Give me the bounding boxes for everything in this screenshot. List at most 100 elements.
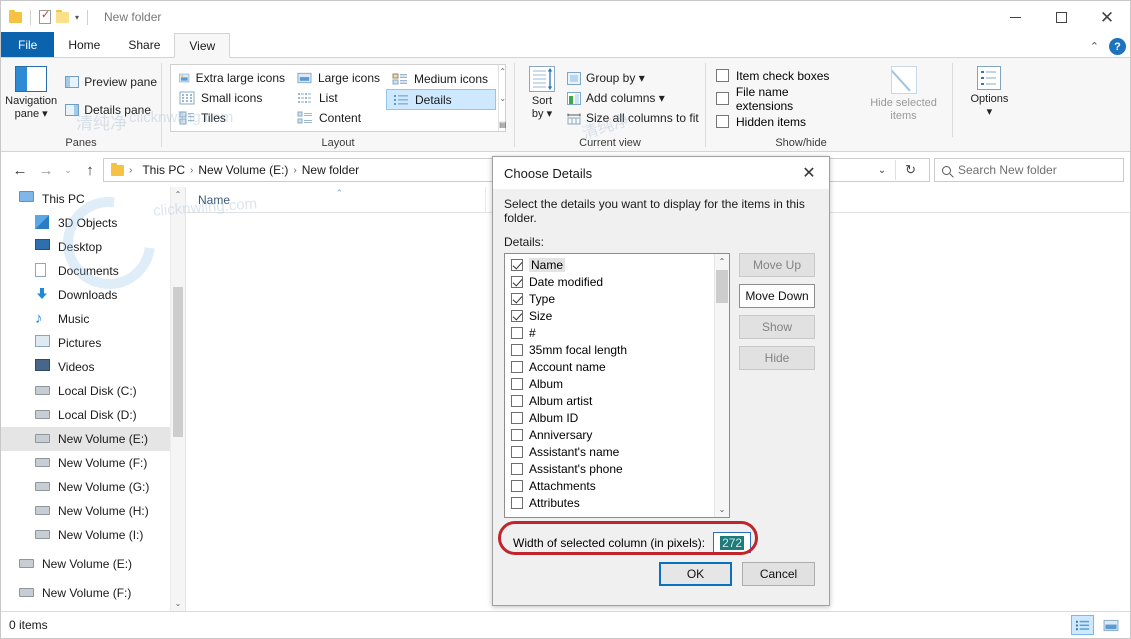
sidebar-item-new-volume-f[interactable]: New Volume (F:) [1,581,185,605]
layout-small-icons[interactable]: Small icons [173,88,291,108]
dialog-close-button[interactable]: ✕ [789,157,829,189]
detail-list-item[interactable]: Album artist [505,392,714,409]
navigation-scrollbar[interactable]: ⌃ ⌄ [170,187,185,611]
details-listbox[interactable]: NameDate modifiedTypeSize#35mm focal len… [504,253,730,518]
ok-button[interactable]: OK [659,562,732,586]
chevron-up-icon[interactable]: ⌃ [1090,40,1099,53]
layout-content[interactable]: Content [291,108,386,128]
detail-list-item[interactable]: Date modified [505,273,714,290]
sidebar-item-new-volume-e[interactable]: New Volume (E:) [1,427,185,451]
tab-home[interactable]: Home [54,32,114,57]
search-box[interactable]: Search New folder [934,158,1124,182]
checkbox-icon[interactable] [511,463,523,475]
checkbox-icon[interactable] [716,115,729,128]
back-button[interactable]: ← [7,162,33,179]
sidebar-item-3d-objects[interactable]: 3D Objects [1,211,185,235]
checkbox-icon[interactable] [511,378,523,390]
breadcrumb-new-folder[interactable]: New folder [297,163,364,177]
properties-icon[interactable] [39,10,51,24]
details-view-button[interactable] [1071,615,1094,635]
navigation-pane-button[interactable]: Navigation pane ▾ [1,62,61,121]
sidebar-item-new-volume-g[interactable]: New Volume (G:) [1,475,185,499]
detail-list-item[interactable]: Type [505,290,714,307]
details-scrollbar[interactable]: ⌃ ⌄ [714,254,729,517]
refresh-icon[interactable]: ↻ [896,162,925,178]
detail-list-item[interactable]: Name [505,256,714,273]
checkbox-icon[interactable] [716,92,729,105]
detail-list-item[interactable]: Account name [505,358,714,375]
sidebar-item-desktop[interactable]: Desktop [1,235,185,259]
forward-button[interactable]: → [33,162,59,179]
checkbox-icon[interactable] [511,497,523,509]
detail-list-item[interactable]: Anniversary [505,426,714,443]
address-dropdown-icon[interactable]: ⌄ [869,165,895,176]
checkbox-icon[interactable] [716,69,729,82]
new-folder-icon[interactable] [56,12,69,23]
detail-list-item[interactable]: Size [505,307,714,324]
breadcrumb-new-volume-e[interactable]: New Volume (E:) [193,163,293,177]
options-button[interactable]: Options ▾ [963,62,1016,119]
checkbox-icon[interactable] [511,412,523,424]
detail-list-item[interactable]: Album ID [505,409,714,426]
sidebar-item-local-disk-d[interactable]: Local Disk (D:) [1,403,185,427]
cancel-button[interactable]: Cancel [742,562,815,586]
maximize-button[interactable] [1038,1,1084,33]
detail-list-item[interactable]: 35mm focal length [505,341,714,358]
gallery-more[interactable]: ▤ [499,120,507,129]
checkbox-icon[interactable] [511,480,523,492]
details-scroll-thumb[interactable] [716,270,728,303]
detail-list-item[interactable]: Attachments [505,477,714,494]
move-down-button[interactable]: Move Down [739,284,815,308]
layout-medium-icons[interactable]: Medium icons [386,68,496,89]
detail-list-item[interactable]: Attributes [505,494,714,511]
sidebar-item-local-disk-c[interactable]: Local Disk (C:) [1,379,185,403]
preview-pane-button[interactable]: Preview pane [61,72,161,92]
file-name-extensions-option[interactable]: File name extensions [716,87,847,110]
up-button[interactable]: ↑ [77,162,103,179]
nav-scroll-down[interactable]: ⌄ [171,596,185,611]
layout-list[interactable]: List [291,88,386,108]
sidebar-item-documents[interactable]: Documents [1,259,185,283]
sidebar-item-new-volume-i[interactable]: New Volume (I:) [1,523,185,547]
minimize-button[interactable] [992,1,1038,33]
breadcrumb-this-pc[interactable]: This PC [137,163,190,177]
checkbox-icon[interactable] [511,293,523,305]
details-scroll-down[interactable]: ⌄ [715,502,729,517]
detail-list-item[interactable]: Assistant's name [505,443,714,460]
folder-icon[interactable] [9,12,22,23]
gallery-scroll-up[interactable]: ⌃ [499,67,506,76]
sidebar-item-downloads[interactable]: Downloads [1,283,185,307]
sidebar-item-music[interactable]: ♪Music [1,307,185,331]
checkbox-icon[interactable] [511,361,523,373]
sidebar-item-new-volume-f[interactable]: New Volume (F:) [1,451,185,475]
checkbox-icon[interactable] [511,344,523,356]
sidebar-item-this-pc[interactable]: This PC [1,187,185,211]
tab-share[interactable]: Share [114,32,174,57]
gallery-scrollbar[interactable]: ⌃ ⌄ ▤ [498,65,507,131]
column-header-name[interactable]: ⌃ Name [186,187,486,213]
details-pane-button[interactable]: Details pane [61,100,161,120]
chevron-down-icon[interactable]: ▾ [75,13,79,22]
detail-list-item[interactable]: Assistant's phone [505,460,714,477]
close-button[interactable]: ✕ [1084,1,1130,33]
help-icon[interactable]: ? [1109,38,1126,55]
group-by-button[interactable]: Group by ▾ [563,68,703,88]
checkbox-icon[interactable] [511,310,523,322]
checkbox-icon[interactable] [511,327,523,339]
details-scroll-up[interactable]: ⌃ [715,254,729,269]
detail-list-item[interactable]: Album [505,375,714,392]
nav-scroll-thumb[interactable] [173,287,183,437]
add-columns-button[interactable]: Add columns ▾ [563,88,703,108]
tab-view[interactable]: View [174,33,230,58]
large-icons-view-button[interactable] [1099,615,1122,635]
nav-scroll-up[interactable]: ⌃ [171,187,185,202]
sidebar-item-new-volume-e[interactable]: New Volume (E:) [1,552,185,576]
recent-locations-button[interactable]: ⌄ [59,165,77,176]
hidden-items-option[interactable]: Hidden items [716,110,847,133]
tab-file[interactable]: File [1,32,54,57]
sidebar-item-pictures[interactable]: Pictures [1,331,185,355]
layout-extra-large-icons[interactable]: Extra large icons [173,68,291,88]
detail-list-item[interactable]: # [505,324,714,341]
sidebar-item-new-volume-h[interactable]: New Volume (H:) [1,499,185,523]
layout-large-icons[interactable]: Large icons [291,68,386,88]
